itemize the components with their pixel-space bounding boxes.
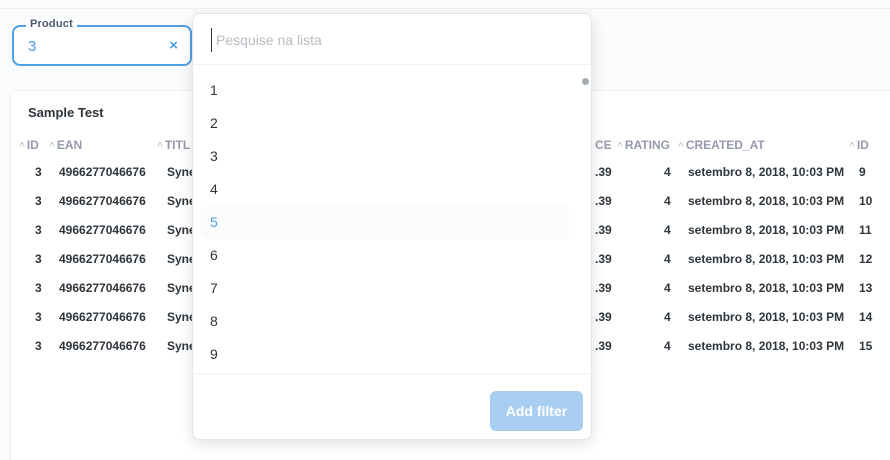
cell-rating: 4 xyxy=(664,223,671,237)
cell-rating: 4 xyxy=(664,252,671,266)
cell-ean: 4966277046676 xyxy=(59,165,146,179)
cell-ean: 4966277046676 xyxy=(59,339,146,353)
popover-divider xyxy=(193,373,591,374)
list-item[interactable]: 6 xyxy=(201,239,569,272)
sort-icon: ^ xyxy=(617,141,623,152)
sort-icon: ^ xyxy=(157,141,163,152)
cell-price: .39 xyxy=(595,223,612,237)
list-item[interactable]: 7 xyxy=(201,272,569,305)
cell-id: 3 xyxy=(35,310,42,324)
cell-id-2: 13 xyxy=(859,281,873,295)
list-item[interactable]: 9 xyxy=(201,338,569,371)
cell-price: .39 xyxy=(595,165,612,179)
filter-popover: 123456789 Add filter xyxy=(192,13,592,440)
cell-rating: 4 xyxy=(664,339,671,353)
column-header-title[interactable]: ^ TITL xyxy=(157,138,190,152)
cell-created-at: setembro 8, 2018, 10:03 PM xyxy=(688,165,845,179)
cell-id-2: 14 xyxy=(859,310,873,324)
search-input[interactable] xyxy=(211,28,571,52)
filter-label: Product xyxy=(26,18,77,30)
cell-ean: 4966277046676 xyxy=(59,194,146,208)
cell-id: 3 xyxy=(35,194,42,208)
search-box xyxy=(193,14,591,65)
cell-id-2: 11 xyxy=(859,223,872,237)
cell-id-2: 10 xyxy=(859,194,873,208)
cell-id: 3 xyxy=(35,223,42,237)
list-item[interactable]: 3 xyxy=(201,140,569,173)
sort-icon: ^ xyxy=(19,141,25,152)
cell-created-at: setembro 8, 2018, 10:03 PM xyxy=(688,252,845,266)
cell-id: 3 xyxy=(35,165,42,179)
cell-rating: 4 xyxy=(664,165,671,179)
cell-ean: 4966277046676 xyxy=(59,310,146,324)
sort-icon: ^ xyxy=(49,141,55,152)
scrollbar-thumb[interactable] xyxy=(582,78,589,85)
product-filter-widget[interactable]: Product 3 × xyxy=(12,18,192,66)
cell-rating: 4 xyxy=(664,281,671,295)
column-header-rating[interactable]: ^ RATING xyxy=(617,138,670,152)
close-icon[interactable]: × xyxy=(169,37,178,54)
cell-price: .39 xyxy=(595,252,612,266)
sort-icon: ^ xyxy=(678,141,684,152)
cell-rating: 4 xyxy=(664,310,671,324)
add-filter-button[interactable]: Add filter xyxy=(490,391,583,431)
top-bar xyxy=(0,0,890,9)
cell-id-2: 9 xyxy=(859,165,866,179)
cell-id-2: 12 xyxy=(859,252,873,266)
cell-ean: 4966277046676 xyxy=(59,281,146,295)
cell-ean: 4966277046676 xyxy=(59,252,146,266)
filter-value[interactable]: 3 xyxy=(28,38,36,55)
column-header-created-at[interactable]: ^ CREATED_AT xyxy=(678,138,765,152)
list-item[interactable]: 2 xyxy=(201,107,569,140)
cell-id: 3 xyxy=(35,339,42,353)
cell-ean: 4966277046676 xyxy=(59,223,146,237)
sort-icon: ^ xyxy=(849,141,855,152)
cell-rating: 4 xyxy=(664,194,671,208)
cell-created-at: setembro 8, 2018, 10:03 PM xyxy=(688,194,845,208)
list-item[interactable]: 1 xyxy=(201,74,569,107)
column-header-id[interactable]: ^ ID xyxy=(19,138,39,152)
column-header-id-2[interactable]: ^ ID xyxy=(849,138,869,152)
card-title: Sample Test xyxy=(28,105,104,120)
cell-price: .39 xyxy=(595,281,612,295)
list-item[interactable]: 4 xyxy=(201,173,569,206)
cell-price: .39 xyxy=(595,194,612,208)
cell-price: .39 xyxy=(595,310,612,324)
options-list: 123456789 xyxy=(201,74,569,371)
cell-id-2: 15 xyxy=(859,339,873,353)
column-header-price[interactable]: CE xyxy=(595,138,612,152)
column-header-ean[interactable]: ^ EAN xyxy=(49,138,82,152)
cell-created-at: setembro 8, 2018, 10:03 PM xyxy=(688,339,845,353)
cell-id: 3 xyxy=(35,252,42,266)
cell-created-at: setembro 8, 2018, 10:03 PM xyxy=(688,223,845,237)
cell-id: 3 xyxy=(35,281,42,295)
cell-created-at: setembro 8, 2018, 10:03 PM xyxy=(688,281,845,295)
cell-created-at: setembro 8, 2018, 10:03 PM xyxy=(688,310,845,324)
list-item[interactable]: 5 xyxy=(201,206,569,239)
list-item[interactable]: 8 xyxy=(201,305,569,338)
cell-price: .39 xyxy=(595,339,612,353)
